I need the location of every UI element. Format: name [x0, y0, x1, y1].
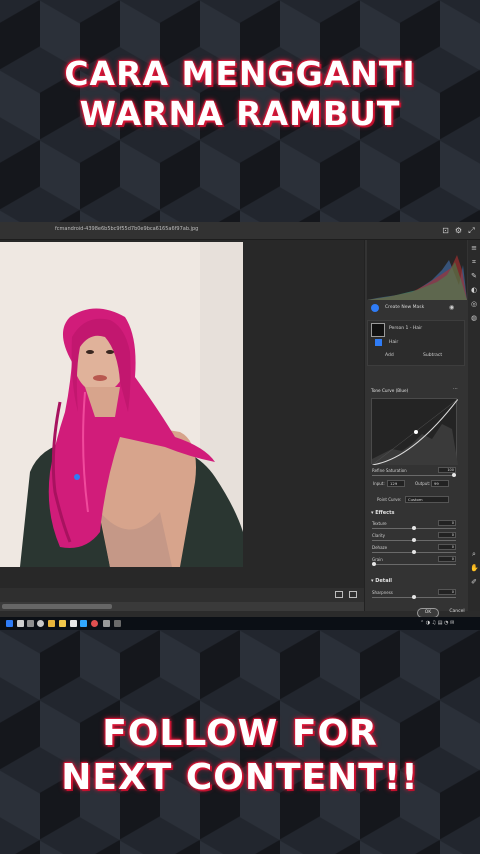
redeye-icon[interactable]: ◎ — [470, 300, 478, 308]
add-mask-icon[interactable] — [371, 304, 379, 312]
histogram-graph — [367, 255, 467, 300]
sharpness-value[interactable]: 0 — [438, 589, 456, 595]
folder-icon[interactable] — [59, 620, 66, 627]
canvas-footer — [0, 588, 364, 602]
portrait-illustration — [0, 242, 243, 567]
clarity-value[interactable]: 0 — [438, 532, 456, 538]
dehaze-label: Dehaze — [372, 545, 388, 550]
photoshop-camera-raw-screenshot: fcmandroid-4398e6b5bc9f55d7b0e9bca6165a6… — [0, 222, 480, 630]
zoom-icon[interactable]: ⌕ — [470, 550, 478, 558]
title-line-1: CARA MENGGANTI — [64, 54, 416, 93]
app-icon[interactable] — [70, 620, 77, 627]
detail-title-text: Detail — [375, 578, 392, 584]
mask-icon[interactable]: ◐ — [470, 286, 478, 294]
media-icon[interactable] — [91, 620, 98, 627]
sharpness-knob[interactable] — [412, 595, 416, 599]
subtract-label: Subtract — [423, 353, 443, 358]
eye-icon[interactable]: ◉ — [449, 304, 454, 311]
effects-title-text: Effects — [375, 510, 395, 516]
subtract-mask-button[interactable]: Subtract — [423, 352, 442, 360]
file-name: fcmandroid-4398e6b5bc9f55d7b0e9bca6165a6… — [55, 226, 199, 232]
image-canvas[interactable] — [0, 240, 364, 602]
presets-icon[interactable]: ◍ — [470, 314, 478, 322]
output-label: Output: — [415, 481, 431, 486]
title-line-2: WARNA RAMBUT — [79, 94, 401, 133]
dehaze-knob[interactable] — [412, 550, 416, 554]
detail-title[interactable]: ▾ Detail — [371, 578, 392, 584]
refine-saturation-slider[interactable]: Refine Saturation 100 — [372, 467, 456, 478]
add-label: Add — [385, 353, 394, 358]
title-overlay: CARA MENGGANTI WARNA RAMBUT — [0, 54, 480, 134]
texture-label: Texture — [372, 521, 387, 526]
windows-taskbar: ⌃ ◑ ♫ ▤ ◔ ✉ — [0, 617, 480, 630]
input-label: Input: — [373, 481, 385, 486]
photoshop-icon[interactable] — [80, 620, 87, 627]
extra-app-icon[interactable] — [114, 620, 121, 627]
point-curve-select[interactable]: Custom — [405, 496, 449, 503]
grain-value[interactable]: 0 — [438, 556, 456, 562]
settings-icon[interactable] — [103, 620, 110, 627]
start-menu-icon[interactable] — [6, 620, 13, 627]
person-mask-label[interactable]: Person 1 - Hair — [389, 326, 422, 331]
healing-icon[interactable]: ✎ — [470, 272, 478, 280]
texture-knob[interactable] — [412, 526, 416, 530]
adjustment-panel: Create New Mask ◉ Person 1 - Hair Hair A… — [364, 240, 468, 618]
add-mask-button[interactable]: Add — [385, 352, 394, 360]
chrome-icon[interactable] — [48, 620, 55, 627]
clarity-slider[interactable]: Clarity 0 — [372, 532, 456, 543]
portrait-photo — [0, 242, 243, 567]
histogram — [367, 240, 467, 300]
follow-line-2: NEXT CONTENT!! — [61, 757, 419, 798]
texture-slider[interactable]: Texture 0 — [372, 520, 456, 531]
system-tray[interactable]: ⌃ ◑ ♫ ▤ ◔ ✉ — [420, 620, 454, 627]
effects-title[interactable]: ▾ Effects — [371, 510, 394, 516]
clarity-label: Clarity — [372, 533, 386, 538]
search-icon[interactable] — [17, 620, 24, 627]
before-after-icon[interactable] — [335, 591, 343, 598]
edit-icon[interactable]: ≡ — [470, 244, 478, 252]
hair-mask-icon[interactable] — [375, 339, 382, 346]
input-value-field[interactable]: 129 — [387, 480, 405, 487]
clarity-knob[interactable] — [412, 538, 416, 542]
gear-icon[interactable]: ⚙ — [454, 226, 463, 235]
compare-view-icon[interactable] — [349, 591, 357, 598]
window-titlebar: fcmandroid-4398e6b5bc9f55d7b0e9bca6165a6… — [0, 222, 480, 240]
grain-track — [372, 564, 456, 565]
grain-knob[interactable] — [372, 562, 376, 566]
person-mask-thumbnail[interactable] — [371, 323, 385, 337]
task-view-icon[interactable] — [27, 620, 34, 627]
tone-curve-title[interactable]: Tone Curve (Blue) — [371, 388, 408, 393]
output-value-field[interactable]: 99 — [431, 480, 449, 487]
sharpness-label: Sharpness — [372, 590, 393, 595]
scrollbar-thumb[interactable] — [2, 604, 112, 609]
point-curve-label: Point Curve: — [377, 497, 402, 502]
tone-curve-graph[interactable] — [371, 398, 459, 466]
tool-strip: ≡ ⌗ ✎ ◐ ◎ ◍ ⌕ ✋ ✐ — [468, 240, 480, 611]
more-options-icon[interactable]: ⋯ — [453, 386, 458, 392]
slider-knob[interactable] — [452, 473, 456, 477]
open-in-icon[interactable]: ⊡ — [441, 226, 450, 235]
grain-slider[interactable]: Grain 0 — [372, 556, 456, 567]
curve-drawing — [371, 398, 459, 466]
crop-icon[interactable]: ⌗ — [470, 258, 478, 266]
dehaze-slider[interactable]: Dehaze 0 — [372, 544, 456, 555]
hair-mask-label[interactable]: Hair — [389, 340, 398, 345]
follow-overlay: FOLLOW FOR NEXT CONTENT!! — [0, 712, 480, 800]
follow-line-1: FOLLOW FOR — [102, 713, 378, 754]
create-new-mask-label[interactable]: Create New Mask — [385, 305, 424, 310]
dehaze-value[interactable]: 0 — [438, 544, 456, 550]
color-sampler-icon[interactable]: ✐ — [470, 578, 478, 586]
hand-icon[interactable]: ✋ — [470, 564, 479, 572]
slider-track — [372, 475, 456, 476]
texture-value[interactable]: 0 — [438, 520, 456, 526]
refine-saturation-label: Refine Saturation — [372, 468, 407, 473]
fullscreen-icon[interactable]: ⤢ — [467, 226, 476, 235]
sharpness-slider[interactable]: Sharpness 0 — [372, 589, 456, 600]
horizontal-scrollbar[interactable] — [0, 602, 364, 611]
browser-icon[interactable] — [37, 620, 44, 627]
